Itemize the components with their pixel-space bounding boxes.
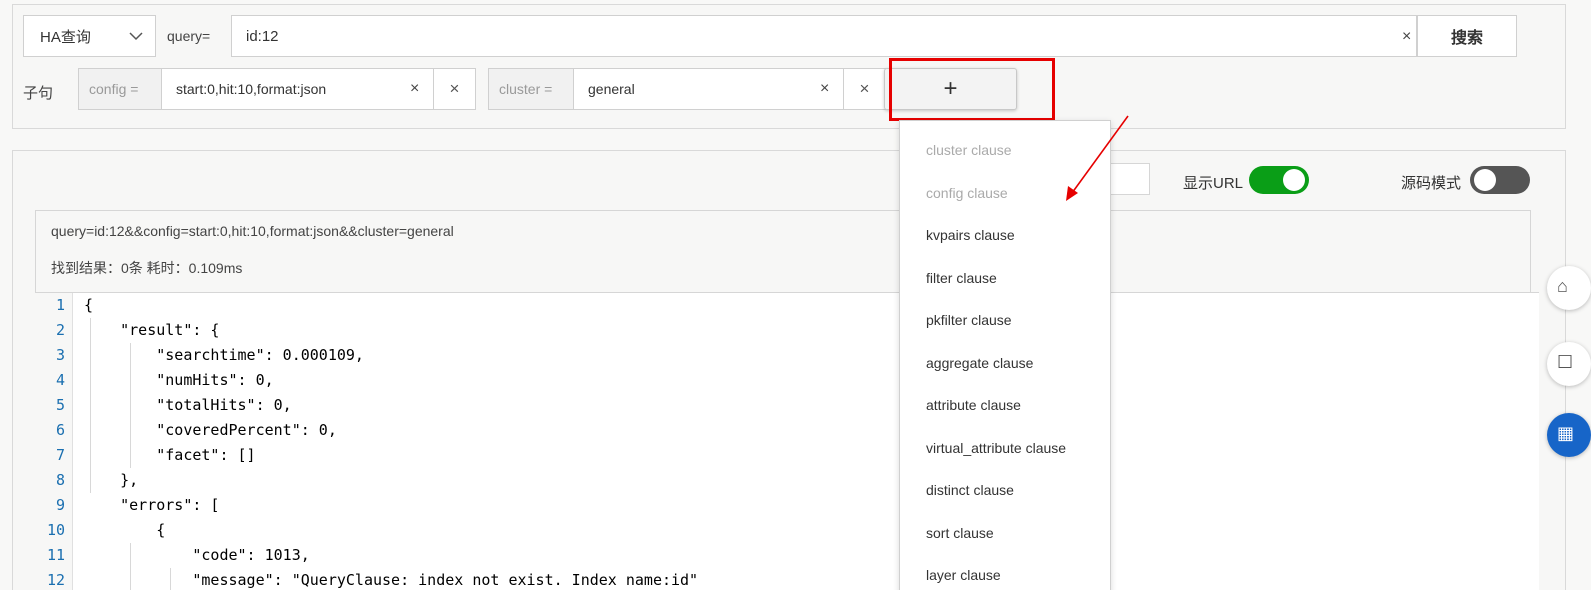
code-text: "coveredPercent": 0, <box>84 421 337 439</box>
dropdown-item[interactable]: sort clause <box>926 525 994 541</box>
delete-clause-button[interactable]: × <box>843 69 885 109</box>
indent-guide <box>130 343 131 468</box>
code-text: "result": { <box>84 321 220 339</box>
show-url-toggle[interactable] <box>1249 166 1309 194</box>
dropdown-item[interactable]: distinct clause <box>926 482 1014 498</box>
code-line: 2 "result": { <box>35 318 1539 343</box>
line-number: 4 <box>55 371 65 389</box>
clauses-label: 子句 <box>23 85 54 102</box>
line-number: 12 <box>46 571 65 589</box>
line-number: 2 <box>55 321 65 339</box>
code-text: "searchtime": 0.000109, <box>84 346 364 364</box>
clause-key: cluster = <box>489 69 574 109</box>
dropdown-item: cluster clause <box>926 142 1012 158</box>
code-line: 4 "numHits": 0, <box>35 368 1539 393</box>
line-number: 8 <box>55 471 65 489</box>
code-text: "code": 1013, <box>84 546 310 564</box>
dropdown-item[interactable]: aggregate clause <box>926 355 1033 371</box>
toggle-knob <box>1474 169 1496 191</box>
dropdown-item[interactable]: attribute clause <box>926 397 1021 413</box>
code-line: 10 { <box>35 518 1539 543</box>
source-mode-label: 源码模式 <box>1401 175 1462 192</box>
show-url-label: 显示URL <box>1183 175 1244 192</box>
line-number: 5 <box>55 396 65 414</box>
json-code-view[interactable]: 1{2 "result": {3 "searchtime": 0.000109,… <box>35 292 1539 590</box>
code-line: 11 "code": 1013, <box>35 543 1539 568</box>
chevron-down-icon <box>129 32 143 41</box>
url-box: query=id:12&&config=start:0,hit:10,forma… <box>35 210 1531 293</box>
line-number: 6 <box>55 421 65 439</box>
result-stats: 找到结果：0条 耗时：0.109ms <box>51 260 243 276</box>
line-number: 10 <box>46 521 65 539</box>
clause-key: config = <box>79 69 162 109</box>
indent-guide <box>170 568 171 590</box>
bell-icon[interactable]: ⌂ <box>1547 266 1591 310</box>
code-line: 3 "searchtime": 0.000109, <box>35 343 1539 368</box>
request-url: query=id:12&&config=start:0,hit:10,forma… <box>51 223 454 239</box>
code-text: "facet": [] <box>84 446 256 464</box>
highlight-box <box>889 58 1055 121</box>
clause-value: start:0,hit:10,format:json <box>176 81 327 97</box>
clause-dropdown-menu: cluster clause config clause kvpairs claus… <box>899 120 1111 590</box>
indent-guide <box>90 318 91 493</box>
dropdown-item[interactable]: layer clause <box>926 567 1001 583</box>
dropdown-item: config clause <box>926 184 1008 201</box>
indent-guide <box>130 543 131 590</box>
line-number: 11 <box>46 546 65 564</box>
message-icon[interactable]: ☐ <box>1547 342 1591 386</box>
dropdown-item[interactable]: pkfilter clause <box>926 312 1012 328</box>
code-line: 9 "errors": [ <box>35 493 1539 518</box>
clause-value: general <box>588 81 635 97</box>
code-line: 5 "totalHits": 0, <box>35 393 1539 418</box>
code-line: 12 "message": "QueryClause: index not ex… <box>35 568 1539 590</box>
line-number: 7 <box>55 446 65 464</box>
code-text: "message": "QueryClause: index not exist… <box>84 571 699 589</box>
clause-cluster: cluster = general × × <box>488 68 886 110</box>
query-input[interactable]: id:12 × <box>231 15 1417 57</box>
code-text: "errors": [ <box>84 496 220 514</box>
code-text: }, <box>84 471 139 489</box>
clear-clause-icon[interactable]: × <box>820 81 829 97</box>
clause-value-input[interactable]: general × <box>574 69 843 109</box>
code-line: 8 }, <box>35 468 1539 493</box>
clear-clause-icon[interactable]: × <box>410 81 419 97</box>
search-button[interactable]: 搜索 <box>1417 15 1517 57</box>
dropdown-item[interactable]: filter clause <box>926 270 997 286</box>
dropdown-item[interactable]: virtual_attribute clause <box>926 440 1066 456</box>
code-line: 6 "coveredPercent": 0, <box>35 418 1539 443</box>
query-mode-value: HA查询 <box>40 28 91 46</box>
code-line: 7 "facet": [] <box>35 443 1539 468</box>
line-number: 3 <box>55 346 65 364</box>
code-line: 1{ <box>35 293 1539 318</box>
code-text: { <box>84 521 166 539</box>
source-mode-toggle[interactable] <box>1470 166 1530 194</box>
query-label: query= <box>167 28 211 44</box>
toggle-knob <box>1283 169 1305 191</box>
clause-value-input[interactable]: start:0,hit:10,format:json × <box>162 69 433 109</box>
clear-query-icon[interactable]: × <box>1402 29 1411 45</box>
code-text: { <box>84 296 94 314</box>
code-text: "totalHits": 0, <box>84 396 292 414</box>
query-mode-select[interactable]: HA查询 <box>23 15 156 57</box>
dropdown-item[interactable]: kvpairs clause <box>926 227 1015 243</box>
line-number: 9 <box>55 496 65 514</box>
code-text: "numHits": 0, <box>84 371 274 389</box>
grid-icon[interactable]: ▦ <box>1547 413 1591 457</box>
line-number: 1 <box>55 296 65 314</box>
delete-clause-button[interactable]: × <box>433 69 475 109</box>
query-input-value: id:12 <box>246 27 279 45</box>
clause-config: config = start:0,hit:10,format:json × × <box>78 68 476 110</box>
